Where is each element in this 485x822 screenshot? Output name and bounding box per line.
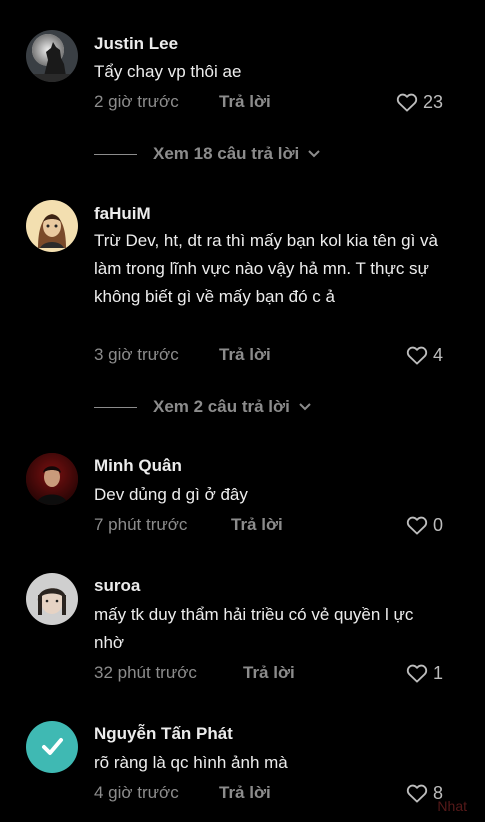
reply-button[interactable]: Trả lời [243, 663, 295, 683]
watermark: Nhat [437, 798, 467, 814]
reply-button[interactable]: Trả lời [219, 345, 271, 365]
avatar[interactable] [26, 453, 78, 505]
avatar[interactable] [26, 200, 78, 252]
reply-button[interactable]: Trả lời [219, 783, 271, 803]
like-button[interactable]: 23 [396, 92, 443, 112]
chevron-down-icon [307, 144, 321, 164]
comment-username[interactable]: faHuiM [94, 204, 151, 224]
avatar[interactable] [26, 721, 78, 773]
like-count: 23 [422, 92, 443, 112]
chevron-down-icon [298, 397, 312, 417]
comment-time: 2 giờ trước [94, 92, 179, 111]
comment-text: rõ ràng là qc hình ảnh mà [94, 753, 288, 772]
comment-username[interactable]: Nguyễn Tấn Phát [94, 724, 233, 744]
divider-line [94, 406, 137, 408]
divider-line [94, 153, 137, 155]
like-count: 0 [432, 515, 443, 535]
like-count: 4 [432, 345, 443, 365]
comment-username[interactable]: Justin Lee [94, 34, 178, 54]
like-button[interactable]: 1 [406, 663, 443, 683]
comment-time: 32 phút trước [94, 663, 197, 682]
like-button[interactable]: 4 [406, 345, 443, 365]
comment-text: Tẩy chay vp thôi ae [94, 62, 242, 81]
heart-outline-icon [396, 92, 418, 112]
comment-text: Trừ Dev, ht, dt ra thì mấy bạn kol kia t… [94, 231, 438, 306]
like-count: 1 [432, 663, 443, 683]
comment-username[interactable]: Minh Quân [94, 456, 182, 476]
reply-button[interactable]: Trả lời [231, 515, 283, 535]
view-replies-button[interactable]: Xem 2 câu trả lời [94, 397, 312, 417]
comment-text: mấy tk duy thẩm hải triều có vẻ quyền l … [94, 605, 414, 652]
heart-outline-icon [406, 663, 428, 683]
comment-text: Dev dủng d gì ở đây [94, 485, 248, 504]
avatar[interactable] [26, 30, 78, 82]
avatar[interactable] [26, 573, 78, 625]
heart-outline-icon [406, 515, 428, 535]
view-replies-label: Xem 2 câu trả lời [153, 397, 290, 416]
like-button[interactable]: 0 [406, 515, 443, 535]
reply-button[interactable]: Trả lời [219, 92, 271, 112]
heart-outline-icon [406, 783, 428, 803]
comment-time: 7 phút trước [94, 515, 188, 534]
comment-username[interactable]: suroa [94, 576, 140, 596]
comment-time: 3 giờ trước [94, 345, 179, 364]
heart-outline-icon [406, 345, 428, 365]
view-replies-label: Xem 18 câu trả lời [153, 144, 300, 163]
view-replies-button[interactable]: Xem 18 câu trả lời [94, 144, 321, 164]
comment-time: 4 giờ trước [94, 783, 179, 802]
